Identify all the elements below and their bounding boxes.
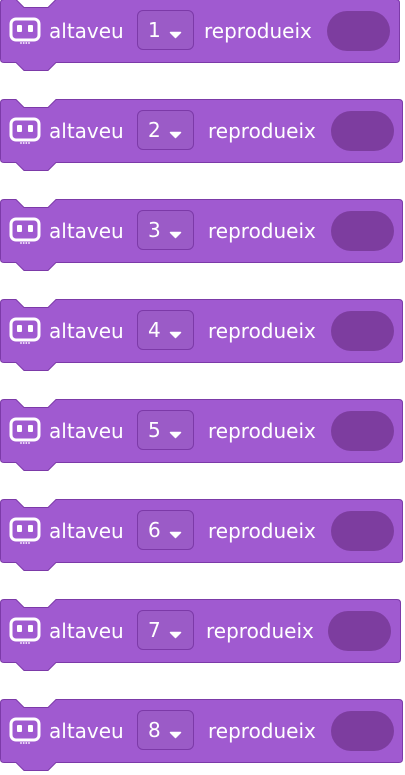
caret-down-icon — [169, 426, 182, 439]
block-suffix-label: reprodueix — [208, 419, 316, 443]
speaker-number-dropdown[interactable]: 8 — [137, 710, 194, 750]
dropdown-value: 2 — [148, 118, 161, 142]
block-suffix-label: reprodueix — [208, 119, 316, 143]
caret-down-icon — [169, 726, 182, 739]
dropdown-value: 3 — [148, 218, 161, 242]
block-prefix-label: altaveu — [49, 219, 124, 243]
speaker-play-block[interactable]: altaveu 6 reprodueix — [0, 499, 405, 574]
caret-down-icon — [169, 226, 182, 239]
speaker-play-block[interactable]: altaveu 2 reprodueix — [0, 99, 405, 174]
speaker-number-dropdown[interactable]: 7 — [137, 610, 194, 650]
speaker-play-block[interactable]: altaveu 3 reprodueix — [0, 199, 405, 274]
speaker-box-icon — [9, 317, 41, 345]
speaker-number-dropdown[interactable]: 2 — [137, 110, 194, 150]
speaker-box-icon — [9, 517, 41, 545]
block-suffix-label: reprodueix — [208, 519, 316, 543]
block-prefix-label: altaveu — [49, 119, 124, 143]
caret-down-icon — [169, 126, 182, 139]
sound-input-slot[interactable] — [331, 111, 394, 151]
sound-input-slot[interactable] — [331, 711, 394, 751]
caret-down-icon — [169, 326, 182, 339]
block-suffix-label: reprodueix — [206, 619, 314, 643]
sound-input-slot[interactable] — [331, 311, 394, 351]
speaker-box-icon — [9, 17, 41, 45]
sound-input-slot[interactable] — [328, 611, 391, 651]
speaker-play-block[interactable]: altaveu 4 reprodueix — [0, 299, 405, 374]
block-prefix-label: altaveu — [49, 419, 124, 443]
block-prefix-label: altaveu — [49, 519, 124, 543]
sound-input-slot[interactable] — [331, 211, 394, 251]
dropdown-value: 1 — [148, 18, 161, 42]
speaker-play-block[interactable]: altaveu 7 reprodueix — [0, 599, 405, 674]
dropdown-value: 8 — [148, 718, 161, 742]
block-stack: altaveu 1 reprodueix altaveu 2 reprodueix alta… — [0, 0, 405, 775]
speaker-box-icon — [9, 717, 41, 745]
block-suffix-label: reprodueix — [208, 719, 316, 743]
speaker-number-dropdown[interactable]: 6 — [137, 510, 194, 550]
speaker-box-icon — [9, 417, 41, 445]
speaker-box-icon — [9, 117, 41, 145]
caret-down-icon — [169, 526, 182, 539]
speaker-box-icon — [9, 617, 41, 645]
dropdown-value: 7 — [148, 618, 161, 642]
speaker-play-block[interactable]: altaveu 1 reprodueix — [0, 0, 405, 74]
speaker-number-dropdown[interactable]: 3 — [137, 210, 194, 250]
caret-down-icon — [169, 626, 182, 639]
speaker-number-dropdown[interactable]: 5 — [137, 410, 194, 450]
dropdown-value: 4 — [148, 318, 161, 342]
sound-input-slot[interactable] — [331, 411, 394, 451]
dropdown-value: 5 — [148, 418, 161, 442]
block-prefix-label: altaveu — [49, 619, 124, 643]
speaker-play-block[interactable]: altaveu 5 reprodueix — [0, 399, 405, 474]
caret-down-icon — [169, 26, 182, 39]
block-suffix-label: reprodueix — [204, 19, 312, 43]
block-suffix-label: reprodueix — [208, 219, 316, 243]
speaker-play-block[interactable]: altaveu 8 reprodueix — [0, 699, 405, 774]
sound-input-slot[interactable] — [331, 511, 394, 551]
block-prefix-label: altaveu — [49, 19, 124, 43]
block-suffix-label: reprodueix — [208, 319, 316, 343]
speaker-number-dropdown[interactable]: 1 — [137, 10, 194, 50]
block-prefix-label: altaveu — [49, 719, 124, 743]
block-prefix-label: altaveu — [49, 319, 124, 343]
dropdown-value: 6 — [148, 518, 161, 542]
speaker-number-dropdown[interactable]: 4 — [137, 310, 194, 350]
speaker-box-icon — [9, 217, 41, 245]
sound-input-slot[interactable] — [327, 11, 390, 51]
